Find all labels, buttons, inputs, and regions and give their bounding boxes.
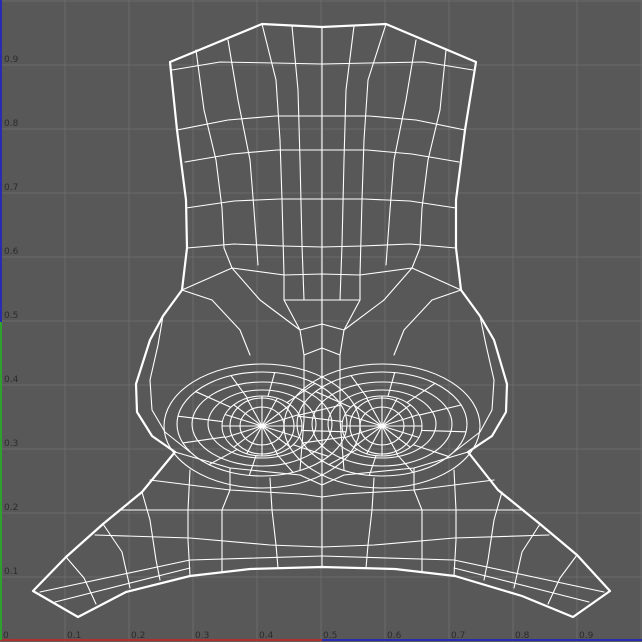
mesh-edge: [269, 477, 279, 569]
eye-spoke: [261, 425, 291, 448]
u-tick-label: 0.6: [387, 631, 402, 641]
u-tick-label: 0.7: [451, 631, 465, 641]
uv-grid: [0, 0, 642, 642]
mesh-edge: [39, 555, 323, 593]
u-tick-label: 0.5: [323, 631, 337, 641]
v-tick-label: 0.5: [4, 311, 18, 321]
mesh-edge: [321, 555, 605, 593]
u-tick-label: 0.3: [195, 631, 209, 641]
eye-spoke: [267, 372, 276, 397]
u-tick-label: 0.9: [579, 631, 594, 641]
mesh-edge: [393, 289, 462, 356]
mesh-edge: [547, 554, 578, 605]
eye-spoke: [182, 436, 226, 444]
mesh-edge: [102, 523, 131, 589]
v-tick-label: 0.3: [4, 439, 18, 449]
uv-canvas[interactable]: 0 0.1 0.2 0.3 0.4 0.5 0.6 0.7 0.8 0.9 0.…: [0, 0, 642, 642]
eye-spoke: [301, 429, 347, 433]
u-tick-label: 0.4: [259, 631, 274, 641]
eye-spoke: [233, 404, 263, 427]
v-tick-label: 0.8: [4, 119, 19, 129]
mesh-edge: [149, 315, 191, 453]
eye-spoke: [418, 404, 462, 416]
uv-editor-viewport[interactable]: 0 0.1 0.2 0.3 0.4 0.5 0.6 0.7 0.8 0.9 0.…: [0, 0, 642, 642]
mesh-edge: [365, 477, 375, 569]
eye-spoke: [298, 404, 342, 416]
mesh-edge: [291, 25, 305, 301]
eye-spoke: [353, 425, 383, 448]
eye-spoke: [353, 404, 383, 427]
eye-spoke: [261, 404, 291, 427]
v-tick-label: 0.6: [4, 247, 19, 257]
tick-labels: 0 0.1 0.2 0.3 0.4 0.5 0.6 0.7 0.8 0.9 0.…: [3, 55, 594, 641]
mesh-edge: [181, 289, 251, 356]
u-tick-label: 0.8: [515, 631, 530, 641]
eye-spoke: [421, 429, 467, 433]
v-tick-label: 0.4: [4, 375, 19, 385]
v-tick-label: 0.7: [4, 183, 18, 193]
v-tick-label: 0.1: [4, 567, 18, 577]
eye-spoke: [381, 404, 411, 427]
eye-spoke: [387, 372, 396, 397]
eye-spoke: [233, 425, 263, 448]
eye-spoke: [177, 415, 223, 423]
u-tick-label: 0.2: [131, 631, 145, 641]
u-tick-label: 0.1: [67, 631, 81, 641]
mesh-edge: [339, 25, 355, 301]
eye-spoke: [381, 425, 411, 448]
origin-label: 0: [3, 631, 9, 641]
v-tick-label: 0.9: [4, 55, 19, 65]
eye-spoke: [276, 453, 294, 473]
v-tick-label: 0.2: [4, 503, 18, 513]
mesh-edge: [513, 523, 541, 589]
eye-spoke: [297, 415, 343, 423]
